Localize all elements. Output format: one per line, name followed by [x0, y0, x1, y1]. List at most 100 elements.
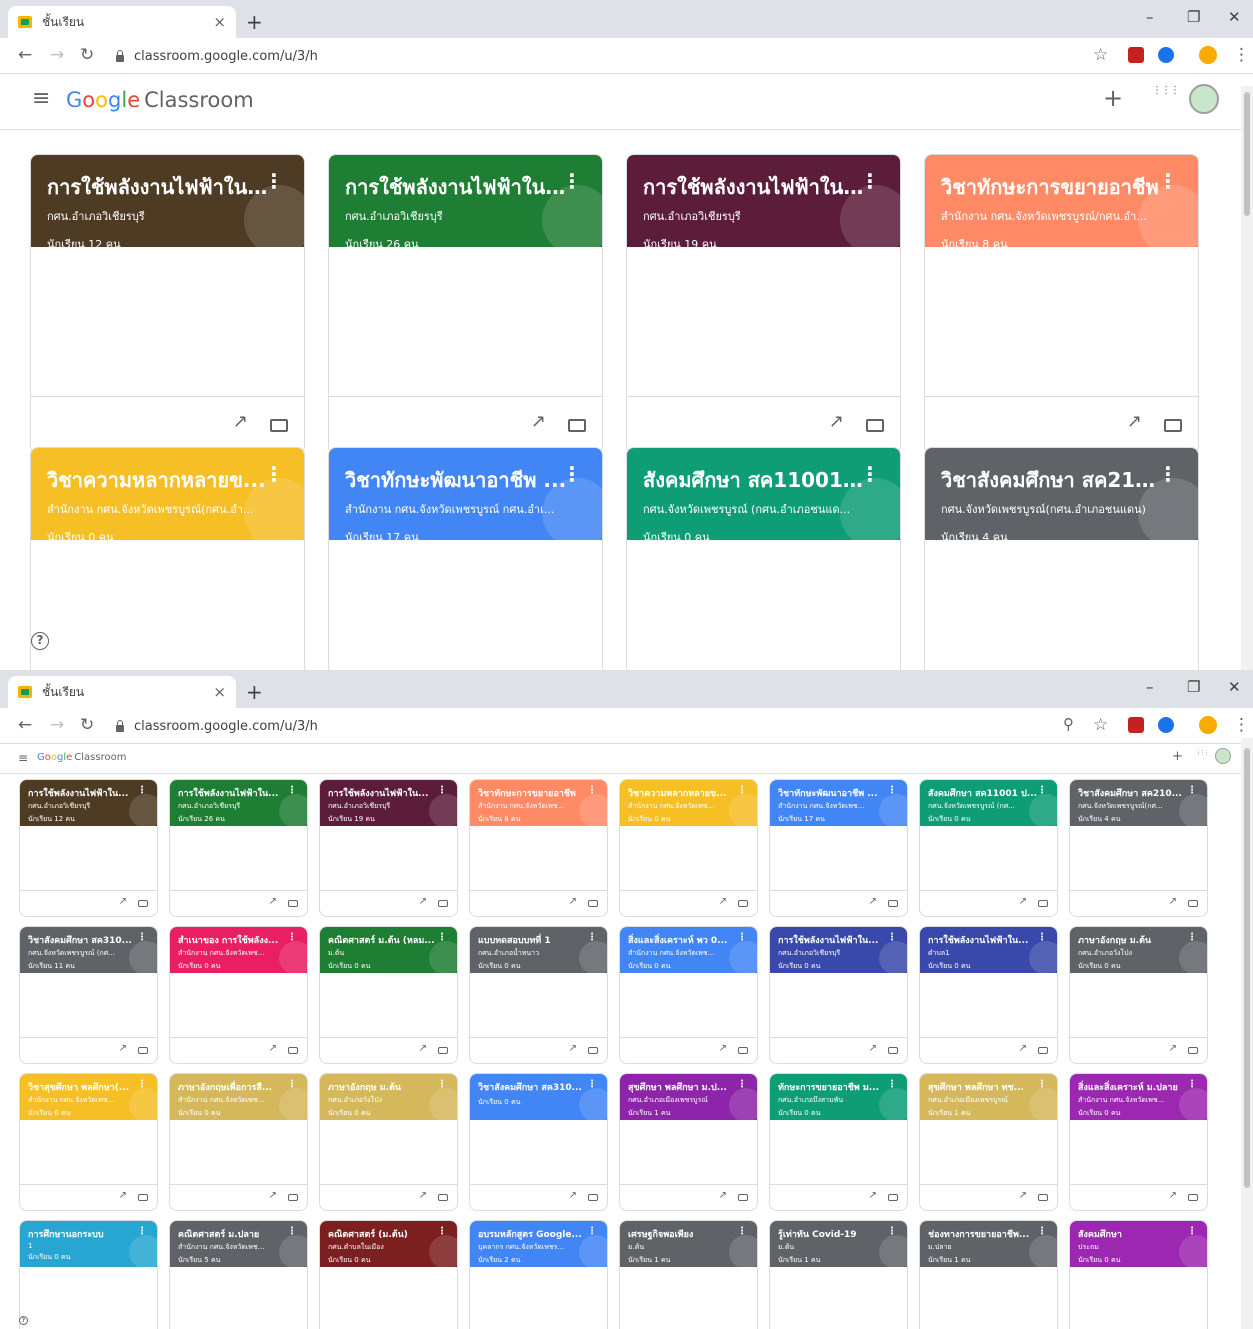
more-options-icon[interactable]: ⋮ [887, 1079, 897, 1090]
class-card[interactable]: ภาษาอังกฤษ ม.ต้น กศน.อำเภอวังโป่ง นักเรียน… [319, 1073, 458, 1211]
class-card[interactable]: การใช้พลังงานไฟฟ้าใน... กศน.อำเภอวิเชียรบ… [169, 779, 308, 917]
class-card[interactable]: วิชาสังคมศึกษา สค210... กศน.จังหวัดเพชรบู… [924, 447, 1199, 670]
class-card[interactable]: แบบทดสอบบทที่ 1 กศน.อำเภอน้ำหนาว นักเรียน … [469, 926, 608, 1064]
class-card[interactable]: การใช้พลังงานไฟฟ้าใน... ตำบล1 นักเรียน 0 ค… [919, 926, 1058, 1064]
class-title[interactable]: การใช้พลังงานไฟฟ้าใน... [328, 786, 440, 800]
class-title[interactable]: การใช้พลังงานไฟฟ้าใน... [28, 786, 140, 800]
class-title[interactable]: วิชาความหลากหลายข... [47, 464, 269, 496]
class-card-header[interactable]: เศรษฐกิจพอเพียง ม.ต้น นักเรียน 1 คน ⋮ [620, 1221, 757, 1267]
class-title[interactable]: สังคมศึกษา สค11001 ป... [928, 786, 1040, 800]
folder-icon[interactable] [138, 1194, 148, 1201]
more-options-icon[interactable]: ⋮ [264, 169, 284, 193]
class-card[interactable]: วิชาสังคมศึกษา สค310... นักเรียน 0 คน ⋮ ↗ [469, 1073, 608, 1211]
class-card-header[interactable]: วิชาทักษะพัฒนาอาชีพ ... สำนักงาน กศน.จังห… [770, 780, 907, 826]
trending-icon[interactable]: ↗ [1019, 896, 1027, 907]
more-options-icon[interactable]: ⋮ [287, 932, 297, 943]
account-avatar[interactable] [1189, 84, 1219, 114]
browser-tab[interactable]: ชั้นเรียน × [8, 6, 236, 38]
class-card-header[interactable]: วิชาความหลากหลายข... สำนักงาน กศน.จังหวัด… [31, 448, 304, 540]
class-card[interactable]: สังคมศึกษา สค11001 ป... กศน.จังหวัดเพชรบู… [919, 779, 1058, 917]
more-options-icon[interactable]: ⋮ [287, 1226, 297, 1237]
class-card-header[interactable]: คณิตศาสตร์ ม.ปลาย สำนักงาน กศน.จังหวัดเพช… [170, 1221, 307, 1267]
trending-icon[interactable]: ↗ [419, 1190, 427, 1201]
class-card[interactable]: สิ่งและสิ่งเคราะห์ ม.ปลาย สำนักงาน กศน.จั… [1069, 1073, 1208, 1211]
class-card-header[interactable]: ภาษาอังกฤษ ม.ต้น กศน.อำเภอวังโป่ง นักเรียน… [320, 1074, 457, 1120]
minimize-button[interactable]: – [1146, 678, 1154, 696]
trending-icon[interactable]: ↗ [1169, 1043, 1177, 1054]
add-class-icon[interactable]: + [1103, 84, 1123, 112]
apps-grid-icon[interactable]: ⋮⋮⋮ [1152, 86, 1180, 96]
more-options-icon[interactable]: ⋮ [587, 1226, 597, 1237]
more-options-icon[interactable]: ⋮ [1187, 1079, 1197, 1090]
trending-icon[interactable]: ↗ [719, 1190, 727, 1201]
folder-icon[interactable] [866, 419, 884, 432]
trending-icon[interactable]: ↗ [119, 896, 127, 907]
more-options-icon[interactable]: ⋮ [1037, 785, 1047, 796]
folder-icon[interactable] [1164, 419, 1182, 432]
trending-icon[interactable]: ↗ [869, 1043, 877, 1054]
page-scrollbar[interactable] [1241, 738, 1253, 1329]
minimize-button[interactable]: – [1146, 8, 1154, 26]
trending-icon[interactable]: ↗ [719, 896, 727, 907]
more-options-icon[interactable]: ⋮ [562, 169, 582, 193]
class-title[interactable]: วิชาสังคมศึกษา สค310... [28, 933, 140, 947]
folder-icon[interactable] [1038, 1047, 1048, 1054]
class-title[interactable]: การศึกษานอกระบบ [28, 1227, 140, 1241]
trending-icon[interactable]: ↗ [719, 1043, 727, 1054]
folder-icon[interactable] [738, 1194, 748, 1201]
class-card-header[interactable]: ภาษาอังกฤษเพื่อการสื... สำนักงาน กศน.จังห… [170, 1074, 307, 1120]
trending-icon[interactable]: ↗ [1019, 1043, 1027, 1054]
tab-close-icon[interactable]: × [213, 683, 226, 701]
class-card-header[interactable]: อบรมหลักสูตร Google... บุคลากร กศน.จังหวั… [470, 1221, 607, 1267]
bookmark-star-icon[interactable]: ☆ [1093, 45, 1108, 65]
class-card-header[interactable]: ช่องทางการขยายอาชีพ... ม.ปลาย นักเรียน 1 ค… [920, 1221, 1057, 1267]
restore-button[interactable]: ❐ [1187, 8, 1200, 26]
new-tab-button[interactable]: + [246, 10, 263, 34]
profile-avatar-icon[interactable] [1199, 716, 1217, 734]
apps-grid-icon[interactable]: ⋮⋮⋮ [1196, 751, 1209, 756]
class-card[interactable]: วิชาทักษะการขยายอาชีพ สำนักงาน กศน.จังหวั… [469, 779, 608, 917]
more-options-icon[interactable]: ⋮ [737, 1079, 747, 1090]
main-menu-icon[interactable]: ≡ [32, 86, 50, 111]
class-card[interactable]: รู้เท่าทัน Covid-19ม.ต้นนักเรียน 1 คน⋮↗ [769, 1220, 908, 1329]
extension-blue-icon[interactable] [1158, 717, 1174, 733]
more-options-icon[interactable]: ⋮ [437, 785, 447, 796]
class-title[interactable]: คณิตศาสตร์ ม.ปลาย [178, 1227, 290, 1241]
trending-icon[interactable]: ↗ [419, 1043, 427, 1054]
class-title[interactable]: สิ่งและสิ่งเคราะห์ พว 0... [628, 933, 740, 947]
address-bar[interactable]: classroom.google.com/u/3/h [110, 713, 1073, 739]
class-card[interactable]: วิชาสุขศึกษา พลศึกษา(... สำนักงาน กศน.จัง… [19, 1073, 158, 1211]
more-options-icon[interactable]: ⋮ [287, 785, 297, 796]
class-card[interactable]: คณิตศาสตร์ ม.ต้น (หลม... ม.ต้น นักเรียน 0 … [319, 926, 458, 1064]
class-card-header[interactable]: วิชาความหลากหลายข... สำนักงาน กศน.จังหวัด… [620, 780, 757, 826]
reload-icon[interactable]: ↻ [80, 45, 94, 65]
folder-icon[interactable] [738, 900, 748, 907]
class-card[interactable]: สังคมศึกษา สค11001 ป... กศน.จังหวัดเพชรบู… [626, 447, 901, 670]
account-avatar[interactable] [1215, 748, 1231, 764]
class-title[interactable]: วิชาสังคมศึกษา สค210... [941, 464, 1163, 496]
class-title[interactable]: วิชาทักษะการขยายอาชีพ [478, 786, 590, 800]
class-card[interactable]: เศรษฐกิจพอเพียงม.ต้นนักเรียน 1 คน⋮↗ [619, 1220, 758, 1329]
class-card[interactable]: ช่องทางการขยายอาชีพ... ม.ปลาย นักเรียน 1 ค… [919, 1220, 1058, 1329]
folder-icon[interactable] [270, 419, 288, 432]
class-title[interactable]: ภาษาอังกฤษ ม.ต้น [328, 1080, 440, 1094]
class-title[interactable]: ภาษาอังกฤษเพื่อการสื... [178, 1080, 290, 1094]
folder-icon[interactable] [588, 1047, 598, 1054]
more-options-icon[interactable]: ⋮ [1037, 932, 1047, 943]
class-title[interactable]: วิชาทักษะพัฒนาอาชีพ ... [778, 786, 890, 800]
trending-icon[interactable]: ↗ [569, 896, 577, 907]
zoom-icon[interactable]: ⚲ [1063, 715, 1074, 733]
class-card-header[interactable]: สังคมศึกษา ประถม นักเรียน 0 คน ⋮ [1070, 1221, 1207, 1267]
class-card-header[interactable]: วิชาสังคมศึกษา สค310... นักเรียน 0 คน ⋮ [470, 1074, 607, 1120]
class-title[interactable]: ช่องทางการขยายอาชีพ... [928, 1227, 1040, 1241]
folder-icon[interactable] [1188, 900, 1198, 907]
folder-icon[interactable] [288, 900, 298, 907]
help-icon[interactable]: ? [31, 632, 49, 650]
folder-icon[interactable] [438, 1194, 448, 1201]
trending-icon[interactable]: ↗ [569, 1043, 577, 1054]
trending-icon[interactable]: ↗ [1019, 1190, 1027, 1201]
more-options-icon[interactable]: ⋮ [1187, 932, 1197, 943]
class-card[interactable]: คณิตศาสตร์ ม.ปลาย สำนักงาน กศน.จังหวัดเพช… [169, 1220, 308, 1329]
class-card[interactable]: วิชาความหลากหลายข... สำนักงาน กศน.จังหวัด… [30, 447, 305, 670]
class-title[interactable]: คณิตศาสตร์ (ม.ต้น) [328, 1227, 440, 1241]
